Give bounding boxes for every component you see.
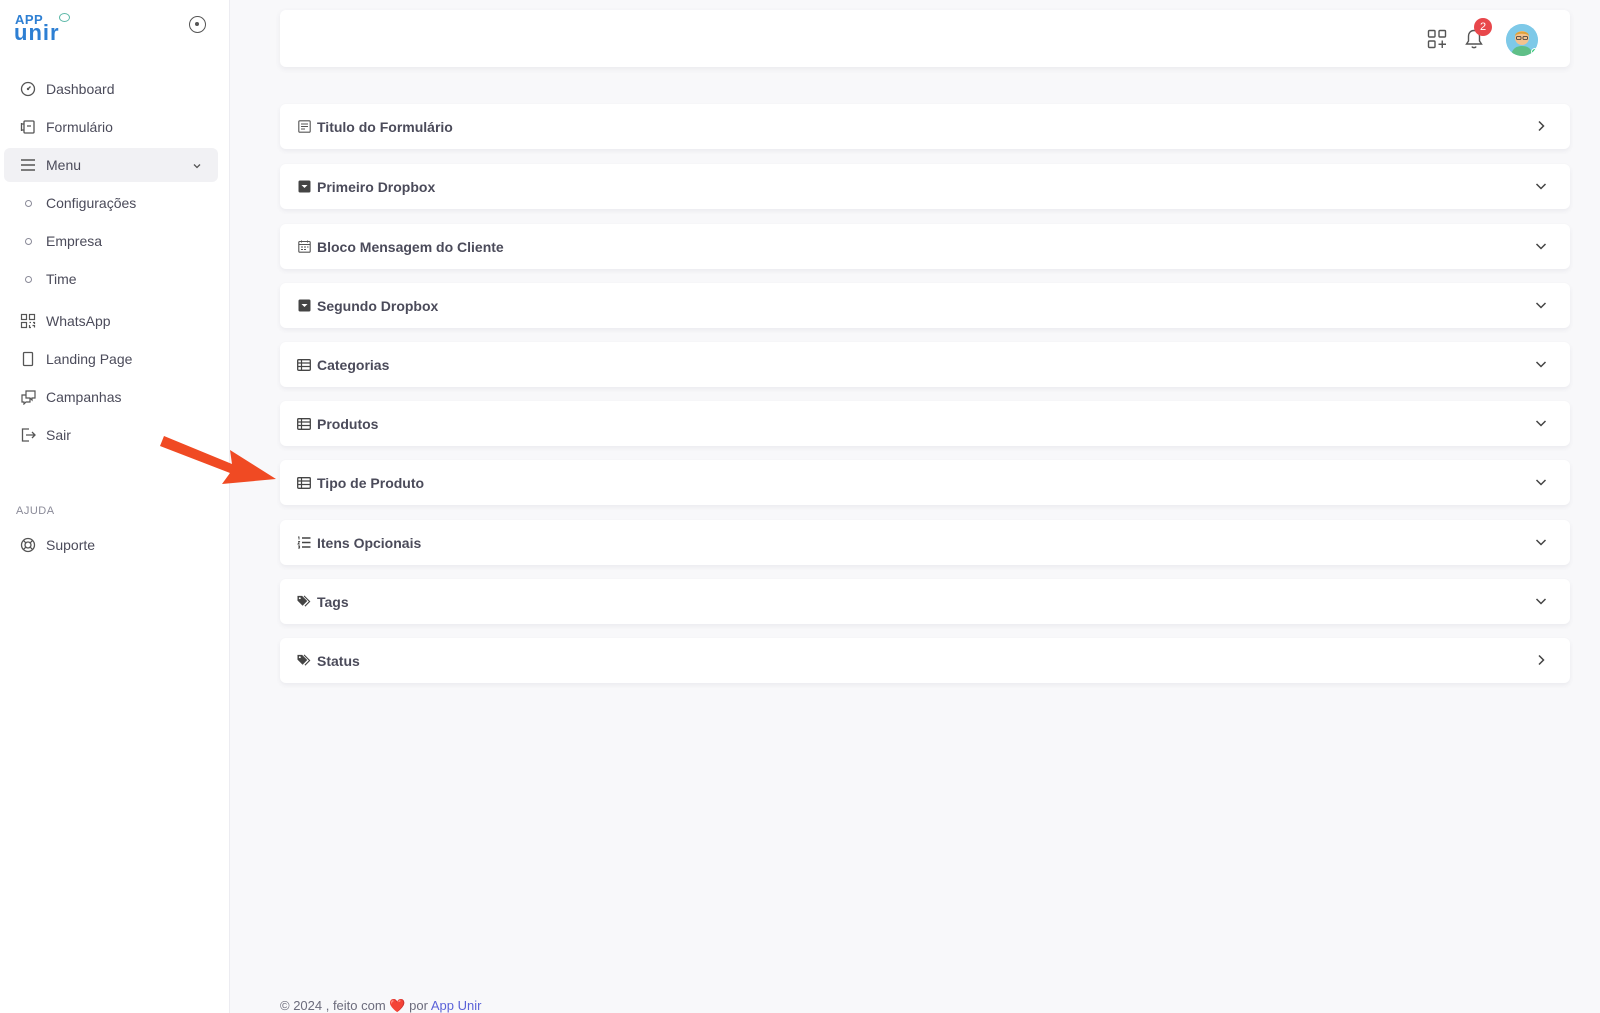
tags-icon (297, 595, 311, 609)
page-icon (19, 350, 37, 368)
footer-by: por (409, 998, 428, 1013)
accordion-primeiro-dropbox[interactable]: Primeiro Dropbox (280, 164, 1570, 209)
sidebar-item-label: Formulário (46, 119, 113, 135)
tags-icon (297, 654, 311, 668)
sidebar-item-label: Empresa (46, 233, 103, 249)
table-icon (297, 476, 311, 490)
sidebar: APP unir Dashboard Formulário Menu Confi… (0, 0, 230, 1013)
accordion-status[interactable]: Status (280, 638, 1570, 683)
accordion-produtos[interactable]: Produtos (280, 401, 1570, 446)
form-title-icon (297, 120, 311, 134)
sidebar-item-label: WhatsApp (46, 313, 111, 329)
accordion-label: Titulo do Formulário (317, 118, 453, 135)
chevron-down-icon (192, 158, 202, 174)
sidebar-item-label: Dashboard (46, 81, 115, 97)
apps-add-icon[interactable] (1427, 29, 1447, 54)
footer-link-app-unir[interactable]: App Unir (431, 998, 482, 1013)
sidebar-item-configuracoes[interactable]: Configurações (4, 186, 218, 220)
heart-icon: ❤️ (389, 998, 406, 1013)
accordion-label: Status (317, 652, 360, 669)
chevron-down-icon (1534, 416, 1548, 435)
sidebar-item-label: Menu (46, 157, 82, 173)
notification-badge: 2 (1474, 18, 1492, 36)
accordion-segundo-dropbox[interactable]: Segundo Dropbox (280, 283, 1570, 328)
user-avatar[interactable] (1506, 24, 1538, 56)
circle-bullet-icon (19, 194, 37, 212)
sidebar-pin-toggle-icon[interactable] (189, 16, 206, 33)
chevron-down-icon (1534, 594, 1548, 613)
footer-text: © 2024 , feito com (280, 998, 386, 1013)
sidebar-item-menu[interactable]: Menu (4, 148, 218, 182)
chat-icon (19, 388, 37, 406)
sidebar-item-whatsapp[interactable]: WhatsApp (4, 304, 218, 338)
list-ordered-icon (297, 536, 311, 550)
accordion-label: Tags (317, 593, 349, 610)
chevron-down-icon (1534, 298, 1548, 317)
accordion-label: Bloco Mensagem do Cliente (317, 238, 504, 255)
sidebar-item-label: Campanhas (46, 389, 122, 405)
accordion-categorias[interactable]: Categorias (280, 342, 1570, 387)
accordion-label: Produtos (317, 415, 379, 432)
topbar (280, 10, 1570, 67)
accordion-bloco-mensagem[interactable]: Bloco Mensagem do Cliente (280, 224, 1570, 269)
circle-bullet-icon (19, 232, 37, 250)
accordion-titulo-formulario[interactable]: Titulo do Formulário (280, 104, 1570, 149)
dropdown-box-icon (297, 299, 311, 313)
calendar-icon (297, 240, 311, 254)
accordion-label: Segundo Dropbox (317, 297, 439, 314)
sidebar-item-empresa[interactable]: Empresa (4, 224, 218, 258)
accordion-label: Itens Opcionais (317, 534, 422, 551)
accordion-label: Categorias (317, 356, 390, 373)
chevron-down-icon (1534, 357, 1548, 376)
accordion-label: Primeiro Dropbox (317, 178, 436, 195)
form-icon (19, 118, 37, 136)
sidebar-item-landing-page[interactable]: Landing Page (4, 342, 218, 376)
chevron-down-icon (1534, 179, 1548, 198)
annotation-arrow-icon (160, 428, 280, 493)
online-status-dot (1531, 48, 1538, 56)
accordion-itens-opcionais[interactable]: Itens Opcionais (280, 520, 1570, 565)
dashboard-icon (19, 80, 37, 98)
sidebar-item-time[interactable]: Time (4, 262, 218, 296)
circle-bullet-icon (19, 270, 37, 288)
sidebar-item-label: Landing Page (46, 351, 133, 367)
sidebar-item-formulario[interactable]: Formulário (4, 110, 218, 144)
qrcode-icon (19, 312, 37, 330)
sidebar-item-label: Suporte (46, 537, 96, 553)
chevron-down-icon (1534, 535, 1548, 554)
dropdown-box-icon (297, 180, 311, 194)
footer: © 2024 , feito com ❤️ por App Unir (280, 998, 481, 1013)
accordion-tipo-de-produto[interactable]: Tipo de Produto (280, 460, 1570, 505)
table-icon (297, 417, 311, 431)
sidebar-item-label: Sair (46, 427, 71, 443)
accordion-tags[interactable]: Tags (280, 579, 1570, 624)
lifebuoy-icon (19, 536, 37, 554)
app-logo[interactable]: APP unir (14, 12, 74, 44)
chevron-down-icon (1534, 475, 1548, 494)
sidebar-item-suporte[interactable]: Suporte (4, 528, 218, 562)
menu-icon (19, 156, 37, 174)
logout-icon (19, 426, 37, 444)
chevron-right-icon (1534, 653, 1548, 672)
section-label-help: AJUDA (16, 505, 55, 517)
accordion-label: Tipo de Produto (317, 474, 425, 491)
chevron-down-icon (1534, 239, 1548, 258)
sidebar-item-campanhas[interactable]: Campanhas (4, 380, 218, 414)
table-icon (297, 358, 311, 372)
sidebar-item-label: Configurações (46, 195, 137, 211)
sidebar-item-dashboard[interactable]: Dashboard (4, 72, 218, 106)
sidebar-item-label: Time (46, 271, 77, 287)
chevron-right-icon (1534, 119, 1548, 138)
